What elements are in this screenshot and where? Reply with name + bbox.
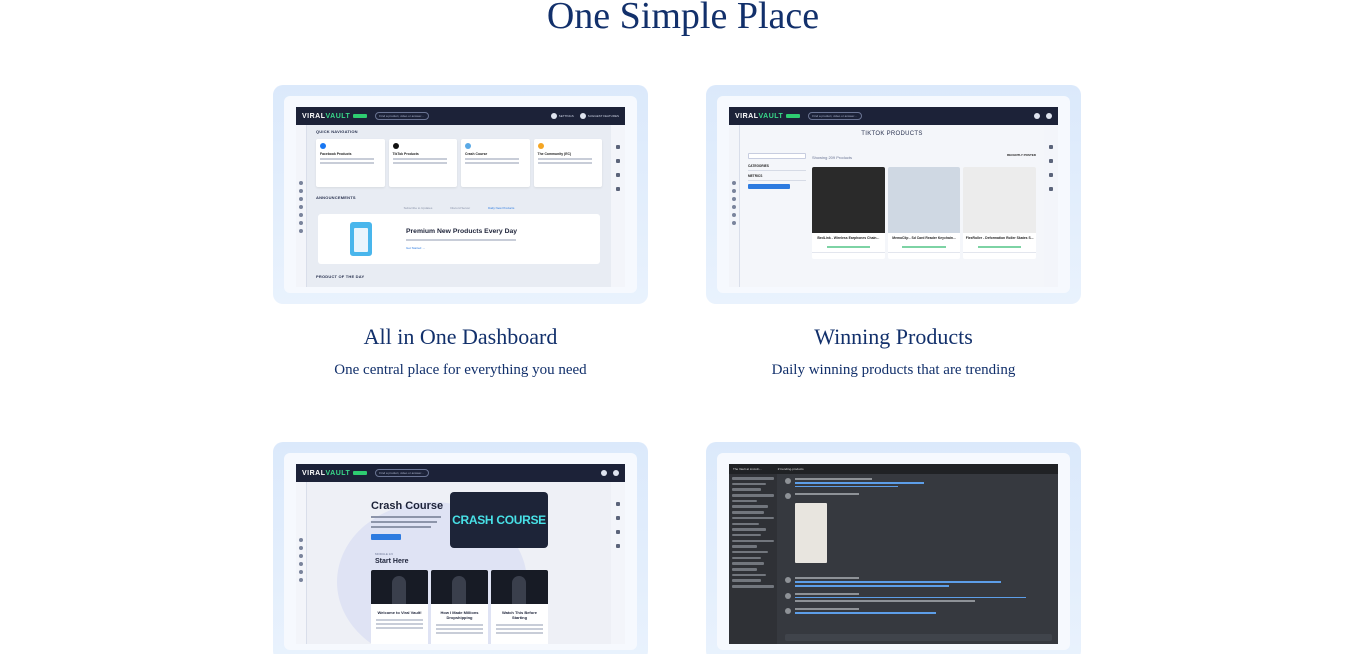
app-topbar: VIRALVAULT Find a product, video or answ… (296, 107, 625, 125)
product-image (887, 167, 961, 233)
feature-card-dashboard: VIRALVAULT Find a product, video or answ… (273, 85, 648, 379)
discord-topbar: The Vault at Lincoln... # trending-produ… (729, 464, 1058, 474)
left-rail (729, 125, 740, 287)
nav-card-course: Crash Course (461, 139, 530, 187)
message-area (779, 474, 1058, 644)
products-heading: TIKTOK PRODUCTS (861, 131, 923, 137)
search-input: Find a product, video or answer... (375, 112, 430, 120)
start-now-button (371, 534, 401, 540)
course-video: CRASH COURSE (450, 492, 548, 548)
nav-card-community: The Community (EC) (533, 139, 602, 187)
screenshot-frame: VIRALVAULT Find a product, video or answ… (273, 442, 648, 654)
clipboard-icon (350, 222, 372, 256)
channel-list (729, 474, 777, 644)
product-card: BedLink - Wireless Earphones Chain... (812, 167, 885, 259)
feature-card-community: The Vault at Lincoln... # trending-produ… (706, 442, 1081, 654)
right-rail (1044, 125, 1058, 287)
tab-subscribe: Subscribe to Updates (403, 206, 433, 210)
course-screenshot: VIRALVAULT Find a product, video or answ… (296, 464, 625, 644)
message-input (785, 634, 1052, 641)
left-rail (296, 125, 307, 287)
product-image (795, 503, 827, 564)
feature-subtitle: Daily winning products that are trending (771, 362, 1016, 378)
right-rail (611, 125, 625, 287)
app-logo: VIRALVAULT (302, 469, 351, 477)
products-screenshot: VIRALVAULT Find a product, video or answ… (729, 107, 1058, 287)
screenshot-frame: VIRALVAULT Find a product, video or answ… (706, 85, 1081, 304)
lesson-card: Watch This Before Starting (491, 570, 548, 644)
nav-card-facebook: Facebook Products (316, 139, 385, 187)
product-image (963, 167, 1037, 233)
promo-link: Get Started → (406, 246, 426, 250)
promo-title: Premium New Products Every Day (406, 228, 518, 235)
feature-card-products: VIRALVAULT Find a product, video or answ… (706, 85, 1081, 379)
products-count: Showing 209 Products (812, 155, 853, 160)
search-input: Find a product, video or answer... (375, 469, 430, 477)
product-of-day-label: PRODUCT OF THE DAY (316, 274, 365, 279)
start-here-heading: Start Here (375, 558, 409, 565)
left-rail (296, 482, 307, 644)
screenshot-frame: The Vault at Lincoln... # trending-produ… (706, 442, 1081, 654)
nav-card-tiktok: TikTok Products (388, 139, 457, 187)
module-label: MODULE 1/3 (375, 552, 393, 556)
product-card: MemoClip - Sd Card Reader Keychain... (887, 167, 961, 259)
section-title: One Simple Place (546, 0, 820, 37)
community-screenshot: The Vault at Lincoln... # trending-produ… (729, 464, 1058, 644)
filter-button (748, 184, 790, 189)
promo-card: Premium New Products Every Day Get Start… (318, 214, 600, 264)
settings-link: SETTINGS (550, 113, 574, 119)
right-rail (611, 482, 625, 644)
app-logo: VIRALVAULT (735, 112, 784, 120)
feature-subtitle: One central place for everything you nee… (334, 362, 587, 378)
app-topbar: VIRALVAULT Find a product, video or answ… (729, 107, 1058, 125)
app-topbar: VIRALVAULT Find a product, video or answ… (296, 464, 625, 482)
tab-discord: Discord Server (450, 206, 471, 210)
app-logo: VIRALVAULT (302, 112, 351, 120)
feature-title: Winning Products (814, 324, 973, 349)
feature-title: All in One Dashboard (363, 324, 558, 349)
screenshot-frame: VIRALVAULT Find a product, video or answ… (273, 85, 648, 304)
tab-daily: Daily New Products (488, 206, 515, 210)
sort-select: RECENTLY POSTED (1006, 153, 1036, 157)
search-input: Find a product, video or answer... (808, 112, 863, 120)
dashboard-screenshot: VIRALVAULT Find a product, video or answ… (296, 107, 625, 287)
quick-nav-label: QUICK NAVIGATION (316, 129, 358, 134)
product-image (812, 167, 885, 233)
announcements-label: ANNOUNCEMENTS (316, 195, 356, 200)
course-title: Crash Course (371, 500, 444, 512)
feature-card-course: VIRALVAULT Find a product, video or answ… (273, 442, 648, 654)
lesson-card: How I Made Millions Dropshipping (431, 570, 488, 644)
product-card: FlexRoller - Deformation Roller Skates S… (963, 167, 1037, 259)
lesson-card: Welcome to Viral Vault! (371, 570, 428, 644)
suggest-link: SUGGEST FEATURES (579, 113, 619, 119)
filters-panel: CATEGORIES METRICS (748, 153, 806, 189)
